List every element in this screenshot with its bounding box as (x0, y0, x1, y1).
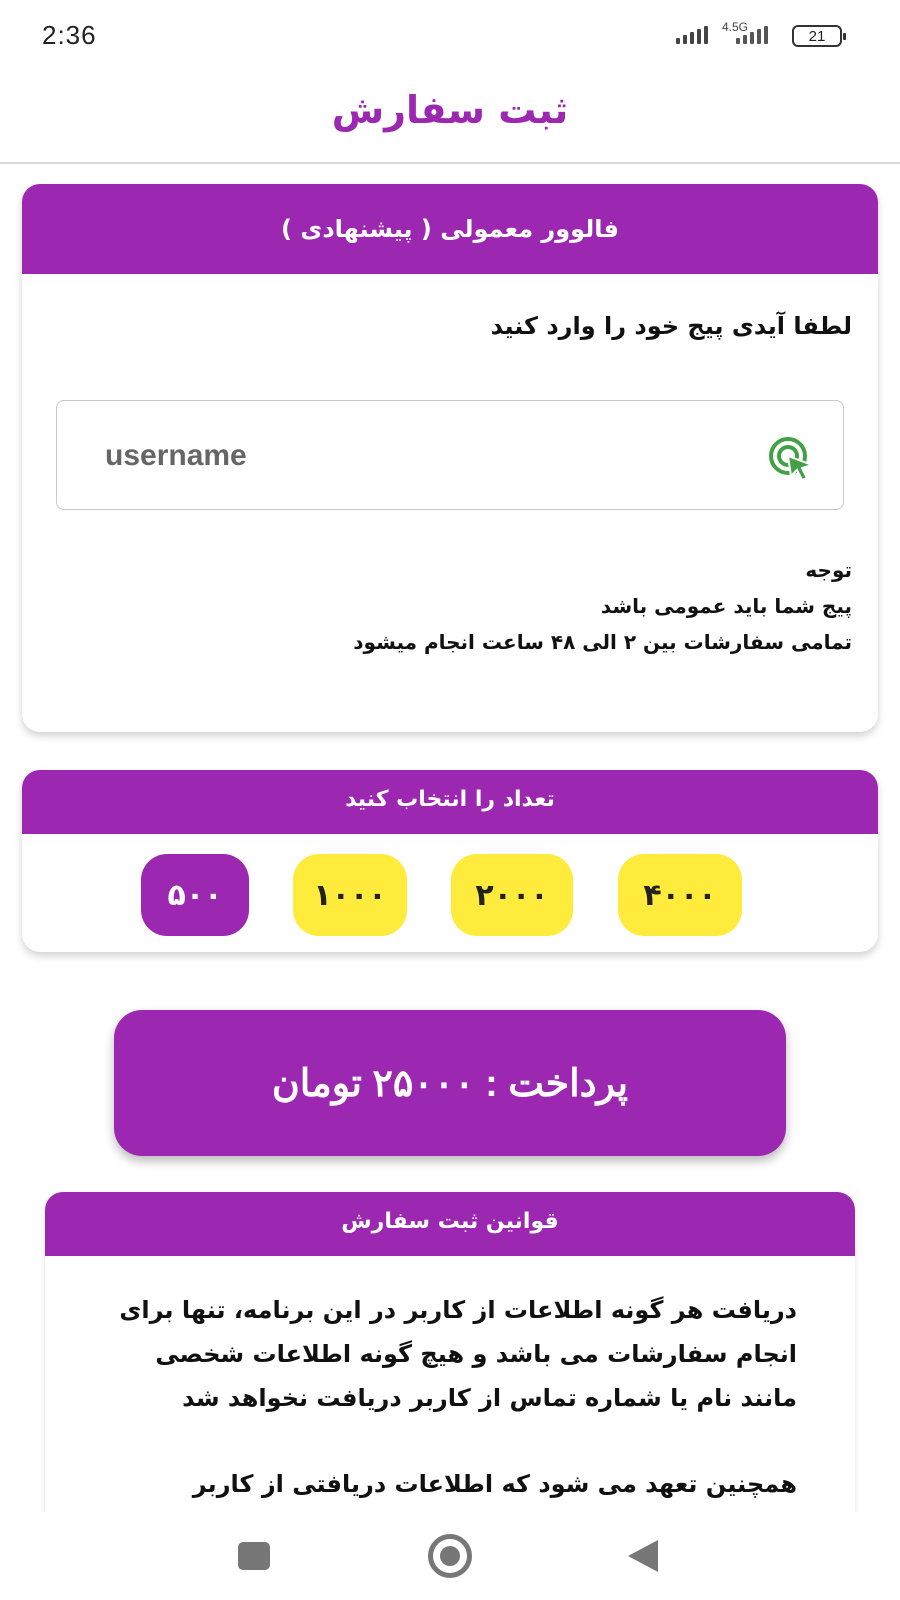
battery-icon: 21 (792, 25, 846, 47)
quantity-option-1000[interactable]: ۱۰۰۰ (293, 854, 407, 936)
page-title: ثبت سفارش (331, 88, 569, 132)
note-block: توجه پیج شما باید عمومی باشد تمامی سفارش… (353, 552, 852, 660)
service-card-header: فالوور معمولی ( پیشنهادی ) (22, 184, 878, 274)
quantity-option-2000[interactable]: ۲۰۰۰ (451, 854, 573, 936)
pay-button[interactable]: پرداخت : ۲۵۰۰۰ تومان (114, 1010, 786, 1156)
back-icon[interactable] (628, 1540, 658, 1572)
quantity-card-header: تعداد را انتخاب کنید (22, 770, 878, 834)
signal-icon-secondary (736, 26, 768, 44)
home-icon[interactable] (428, 1534, 472, 1578)
signal-icon (676, 26, 708, 44)
status-time: 2:36 (42, 20, 97, 50)
quantity-card: تعداد را انتخاب کنید ۴۰۰۰ ۲۰۰۰ ۱۰۰۰ ۵۰۰ (22, 770, 878, 952)
note-title: توجه (805, 558, 852, 582)
target-cursor-icon (769, 437, 816, 481)
rules-paragraph: دریافت هر گونه اطلاعات از کاربر در این ب… (119, 1296, 797, 1412)
quantity-options: ۴۰۰۰ ۲۰۰۰ ۱۰۰۰ ۵۰۰ (22, 854, 878, 938)
battery-level: 21 (808, 27, 826, 45)
app-bar: ثبت سفارش (0, 72, 900, 164)
username-field[interactable] (56, 400, 844, 510)
navigation-bar (0, 1512, 900, 1600)
note-line-public: پیج شما باید عمومی باشد (600, 594, 852, 618)
recent-apps-icon[interactable] (238, 1542, 270, 1570)
rules-card: قوانین ثبت سفارش دریافت هر گونه اطلاعات … (45, 1192, 855, 1522)
note-line-delivery: تمامی سفارشات بین ۲ الی ۴۸ ساعت انجام می… (353, 630, 852, 654)
rules-text: دریافت هر گونه اطلاعات از کاربر در این ب… (97, 1288, 797, 1506)
quantity-option-500[interactable]: ۵۰۰ (141, 854, 249, 936)
quantity-option-4000[interactable]: ۴۰۰۰ (618, 854, 742, 936)
status-bar: 2:36 4.5G 21 (0, 0, 900, 72)
rules-card-header: قوانین ثبت سفارش (45, 1192, 855, 1256)
username-input[interactable] (105, 431, 705, 481)
rules-paragraph: همچنین تعهد می شود که اطلاعات دریافتی از… (192, 1470, 797, 1498)
username-prompt: لطفا آیدی پیج خود را وارد کنید (490, 312, 852, 340)
service-card: فالوور معمولی ( پیشنهادی ) لطفا آیدی پیج… (22, 184, 878, 732)
